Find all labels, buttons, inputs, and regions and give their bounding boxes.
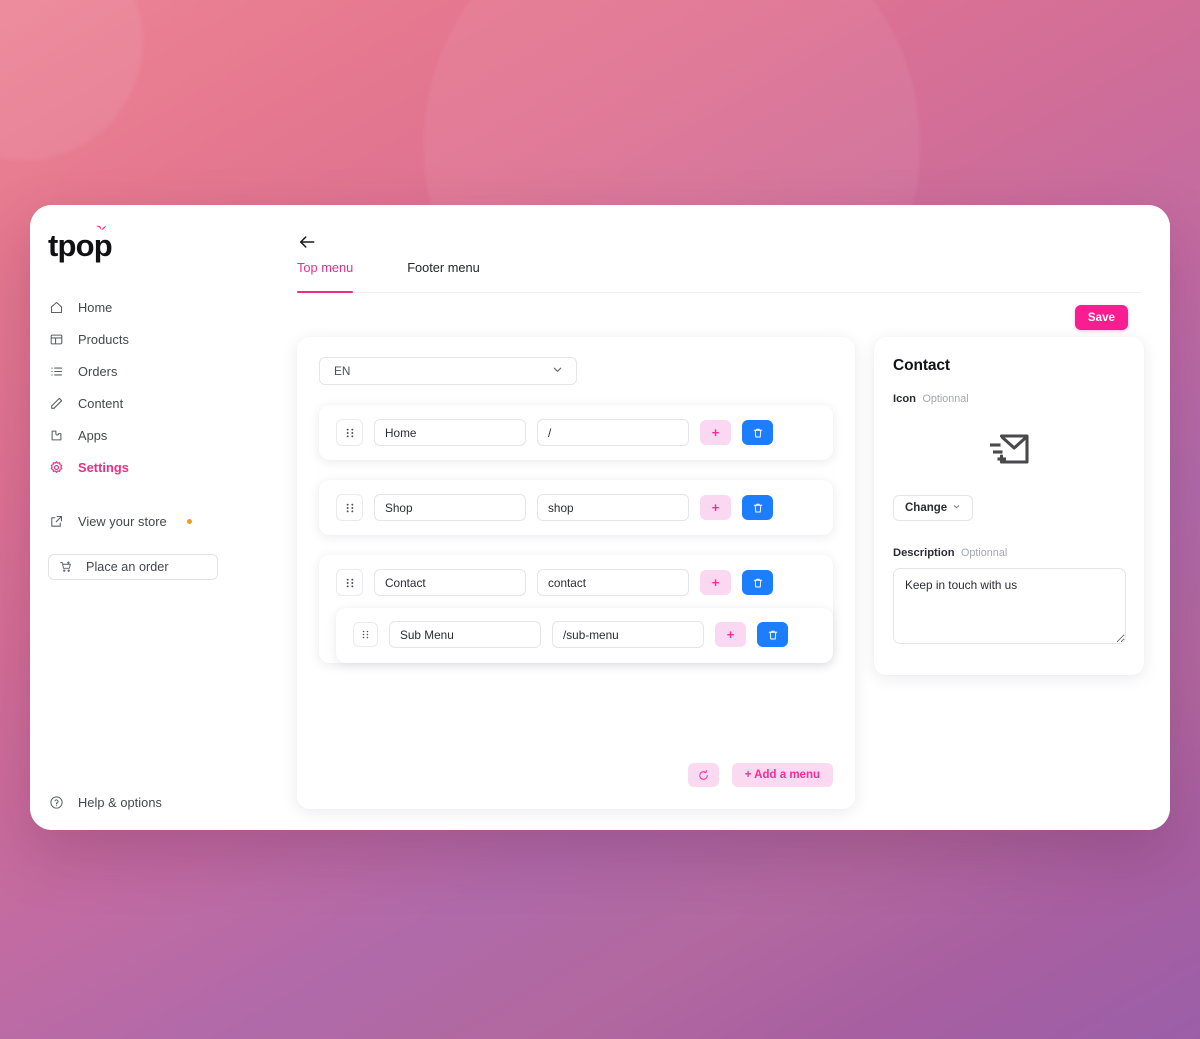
envelope-send-icon <box>990 434 1029 464</box>
icon-label: Icon <box>893 393 916 405</box>
panel-title: Contact <box>893 357 950 374</box>
icon-field-label: Icon Optionnal <box>893 389 1125 407</box>
sidebar-item-orders[interactable]: Orders <box>48 360 265 382</box>
add-submenu-button[interactable]: + <box>700 495 731 520</box>
settings-icon <box>48 459 64 475</box>
menu-item-card: + <box>319 480 833 535</box>
delete-submenu-item-button[interactable] <box>757 622 788 647</box>
tab-footer-menu[interactable]: Footer menu <box>407 260 486 292</box>
tab-top-menu[interactable]: Top menu <box>297 260 359 293</box>
home-icon <box>48 299 64 315</box>
language-select[interactable]: EN <box>319 357 577 385</box>
add-submenu-button[interactable]: + <box>700 420 731 445</box>
help-and-options-button[interactable]: Help & options <box>48 794 162 810</box>
content-icon <box>48 395 64 411</box>
orders-icon <box>48 363 64 379</box>
menu-item-row: + <box>319 494 833 521</box>
menu-item-url-input[interactable] <box>537 419 689 446</box>
menu-item-row: + <box>319 419 833 446</box>
item-detail-panel: Contact Icon Optionnal Change Descriptio… <box>874 337 1144 675</box>
menu-item-card: + <box>319 405 833 460</box>
drag-handle-icon[interactable] <box>353 622 378 647</box>
add-menu-button[interactable]: + Add a menu <box>731 763 833 787</box>
add-submenu-button[interactable]: + <box>715 622 746 647</box>
submenu-item-label-input[interactable] <box>389 621 541 648</box>
menu-item-url-input[interactable] <box>537 494 689 521</box>
menu-item-card: + <box>319 555 833 663</box>
description-textarea[interactable]: Keep in touch with us <box>893 568 1126 644</box>
save-button[interactable]: Save <box>1074 305 1128 330</box>
menu-item-label-input[interactable] <box>374 419 526 446</box>
sidebar-item-apps[interactable]: Apps <box>48 424 265 446</box>
drag-handle-icon[interactable] <box>336 494 363 521</box>
delete-menu-item-button[interactable] <box>742 570 773 595</box>
sidebar-item-label: Home <box>78 299 113 315</box>
external-link-icon <box>48 513 64 529</box>
butterfly-icon <box>96 225 106 231</box>
sidebar-item-settings[interactable]: Settings <box>48 456 265 478</box>
chevron-down-icon <box>551 363 564 379</box>
description-field: Description Optionnal Keep in touch with… <box>893 543 1126 649</box>
place-order-label: Place an order <box>86 560 169 574</box>
menu-editor-card: EN Home / + Shop shop + Contact contact … <box>297 337 855 809</box>
description-optional-tag: Optionnal <box>961 547 1008 559</box>
sidebar-item-label: Apps <box>78 427 108 443</box>
editor-actions: + Add a menu <box>687 763 833 787</box>
menu-item-row: + <box>319 569 833 596</box>
sidebar-item-products[interactable]: Products <box>48 328 265 350</box>
tab-bar: Top menu Footer menu <box>297 260 1142 293</box>
menu-item-label-input[interactable] <box>374 569 526 596</box>
add-submenu-button[interactable]: + <box>700 570 731 595</box>
menu-item-label-input[interactable] <box>374 494 526 521</box>
icon-optional-tag: Optionnal <box>922 393 969 405</box>
app-logo[interactable]: tpop <box>48 225 168 265</box>
sidebar-item-view-store[interactable]: View your store <box>48 510 265 532</box>
icon-preview <box>893 411 1125 489</box>
sidebar-nav: Home Products Orders Content Apps Settin… <box>30 291 265 537</box>
sidebar-item-label: Orders <box>78 363 118 379</box>
products-icon <box>48 331 64 347</box>
description-field-label: Description Optionnal <box>893 543 1125 561</box>
submenu-item-row: + <box>336 621 833 648</box>
desktop-background: tpop Home Products Orders Content Apps S… <box>0 0 1200 1039</box>
logo-text: tpop <box>48 228 113 263</box>
store-status-dot <box>186 518 192 524</box>
nav-divider-space <box>30 483 265 505</box>
cart-icon <box>58 559 74 575</box>
sidebar-item-content[interactable]: Content <box>48 392 265 414</box>
change-label: Change <box>905 502 948 514</box>
menu-item-url-input[interactable] <box>537 569 689 596</box>
change-icon-button[interactable]: Change <box>893 495 974 521</box>
sidebar-item-label: Settings <box>78 459 129 475</box>
sidebar-item-label: View your store <box>78 513 167 529</box>
submenu-item-card: + <box>336 608 833 663</box>
main-content: Top menu Footer menu Save EN Home / + Sh… <box>265 205 1170 830</box>
back-button[interactable] <box>297 232 317 252</box>
apps-icon <box>48 427 64 443</box>
description-label: Description <box>893 547 955 559</box>
place-an-order-button[interactable]: Place an order <box>48 554 218 580</box>
sidebar-item-home[interactable]: Home <box>48 296 265 318</box>
chevron-down-small-icon <box>952 502 961 514</box>
reset-button[interactable] <box>687 763 719 787</box>
panels-container: EN Home / + Shop shop + Contact contact … <box>297 337 1144 809</box>
delete-menu-item-button[interactable] <box>742 420 773 445</box>
sidebar: tpop Home Products Orders Content Apps S… <box>30 205 265 830</box>
question-circle-icon <box>48 794 64 810</box>
sidebar-item-label: Content <box>78 395 124 411</box>
drag-handle-icon[interactable] <box>336 419 363 446</box>
drag-handle-icon[interactable] <box>336 569 363 596</box>
language-value: EN <box>334 364 351 378</box>
submenu-item-url-input[interactable] <box>552 621 704 648</box>
delete-menu-item-button[interactable] <box>742 495 773 520</box>
app-window: tpop Home Products Orders Content Apps S… <box>30 205 1170 830</box>
help-label: Help & options <box>78 794 162 810</box>
sidebar-item-label: Products <box>78 331 129 347</box>
